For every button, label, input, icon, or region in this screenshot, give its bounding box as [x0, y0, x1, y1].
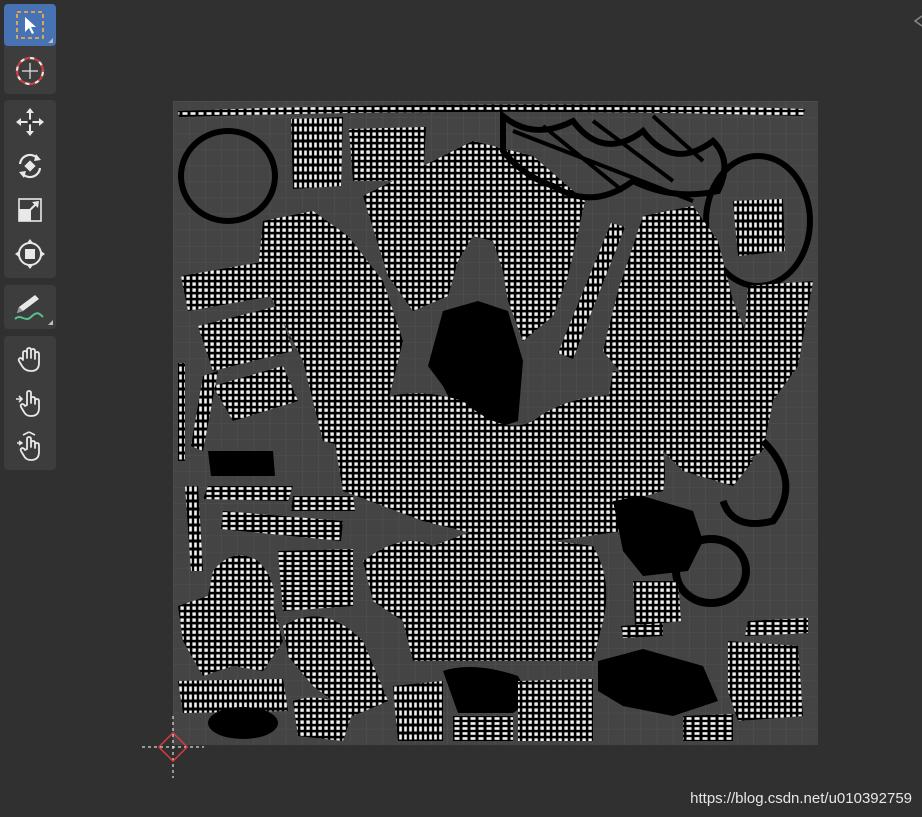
relax-hand-icon: [16, 390, 40, 417]
toolbar-group-transform: [4, 100, 56, 278]
select-box-tool[interactable]: [4, 4, 56, 46]
rotate-icon: [18, 153, 42, 179]
grab-hand-icon: [17, 347, 40, 372]
grab-tool[interactable]: [4, 338, 56, 380]
relax-tool[interactable]: [4, 382, 56, 424]
watermark-text: https://blog.csdn.net/u010392759: [690, 790, 912, 807]
select-box-icon: [16, 11, 44, 39]
annotate-tool[interactable]: [4, 286, 56, 328]
toolbar-group-sculpt: [4, 336, 56, 470]
transform-icon: [15, 239, 45, 269]
region-toggle-icon[interactable]: [912, 14, 922, 28]
annotate-icon: [14, 295, 44, 320]
toolbar-group-annotate: [4, 285, 56, 329]
scale-tool[interactable]: [4, 189, 56, 231]
cursor-icon: [15, 56, 45, 86]
uv-editor-canvas[interactable]: [173, 101, 818, 745]
move-tool[interactable]: [4, 101, 56, 143]
scale-icon: [18, 198, 42, 222]
move-icon: [16, 108, 44, 136]
transform-tool[interactable]: [4, 233, 56, 275]
pinch-tool[interactable]: [4, 426, 56, 468]
toolbar-group-select: [4, 4, 56, 94]
pinch-hand-icon: [17, 431, 40, 461]
rotate-tool[interactable]: [4, 145, 56, 187]
uv-2d-cursor-icon[interactable]: [142, 716, 204, 778]
cursor-tool[interactable]: [4, 50, 56, 92]
